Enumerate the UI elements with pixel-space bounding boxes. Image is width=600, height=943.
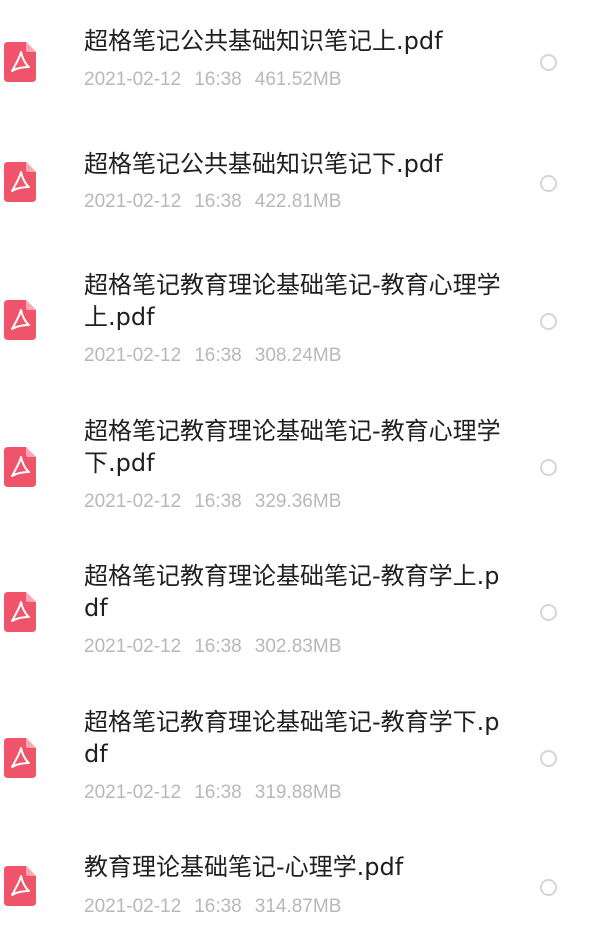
- file-date: 2021-02-12: [84, 782, 182, 803]
- file-time: 16:38: [194, 636, 242, 657]
- select-radio[interactable]: [540, 604, 557, 621]
- file-time: 16:38: [194, 345, 242, 366]
- file-meta: 2021-02-12 16:38 308.24MB: [84, 344, 341, 368]
- file-date: 2021-02-12: [84, 636, 182, 657]
- file-list: 超格笔记公共基础知识笔记上.pdf 2021-02-12 16:38 461.52M…: [0, 0, 600, 943]
- file-row-1[interactable]: 超格笔记公共基础知识笔记上.pdf 2021-02-12 16:38 461.52M…: [0, 0, 600, 118]
- file-row-3[interactable]: 超格笔记教育理论基础笔记-教育心理学 上.pdf 2021-02-12 16:38…: [0, 236, 600, 382]
- file-meta: 2021-02-12 16:38 329.36MB: [84, 490, 341, 514]
- file-name: 超格笔记公共基础知识笔记下.pdf: [84, 150, 443, 178]
- file-date: 2021-02-12: [84, 345, 182, 366]
- file-date: 2021-02-12: [84, 491, 182, 512]
- file-name: 教育理论基础笔记-心理学.pdf: [84, 853, 404, 881]
- file-size: 329.36MB: [254, 491, 342, 512]
- file-row-5[interactable]: 超格笔记教育理论基础笔记-教育学上.pdf 2021-02-12 16:38 302…: [0, 528, 600, 674]
- file-meta: 2021-02-12 16:38 314.87MB: [84, 895, 341, 919]
- file-size: 319.88MB: [254, 782, 342, 803]
- file-time: 16:38: [194, 782, 242, 803]
- pdf-file-icon: [4, 162, 36, 202]
- select-radio[interactable]: [540, 175, 557, 192]
- file-name: 超格笔记教育理论基础笔记-教育学上.pdf: [84, 562, 500, 622]
- file-row-6[interactable]: 超格笔记教育理论基础笔记-教育学下.pdf 2021-02-12 16:38 319…: [0, 674, 600, 820]
- file-size: 422.81MB: [254, 191, 342, 212]
- file-size: 314.87MB: [254, 896, 342, 917]
- pdf-file-icon: [4, 866, 36, 906]
- select-radio[interactable]: [540, 313, 557, 330]
- pdf-file-icon: [4, 592, 36, 632]
- pdf-file-icon: [4, 42, 36, 82]
- file-meta: 2021-02-12 16:38 302.83MB: [84, 635, 341, 659]
- file-size: 302.83MB: [254, 636, 342, 657]
- file-name: 超格笔记教育理论基础笔记-教育学下.pdf: [84, 708, 500, 768]
- file-meta: 2021-02-12 16:38 319.88MB: [84, 781, 341, 805]
- pdf-file-icon: [4, 447, 36, 487]
- select-radio[interactable]: [540, 750, 557, 767]
- file-name: 超格笔记教育理论基础笔记-教育心理学下.pdf: [84, 417, 501, 477]
- file-row-4[interactable]: 超格笔记教育理论基础笔记-教育心理学下.pdf 2021-02-12 16:38 3…: [0, 382, 600, 528]
- select-radio[interactable]: [540, 879, 557, 896]
- file-row-2[interactable]: 超格笔记公共基础知识笔记下.pdf 2021-02-12 16:38 422.81M…: [0, 118, 600, 236]
- file-size: 308.24MB: [254, 345, 342, 366]
- file-row-7[interactable]: 教育理论基础笔记-心理学.pdf 2021-02-12 16:38 314.87MB: [0, 820, 600, 943]
- file-time: 16:38: [194, 191, 242, 212]
- pdf-file-icon: [4, 300, 36, 340]
- file-meta: 2021-02-12 16:38 422.81MB: [84, 190, 341, 214]
- file-meta: 2021-02-12 16:38 461.52MB: [84, 68, 341, 92]
- file-date: 2021-02-12: [84, 896, 182, 917]
- select-radio[interactable]: [540, 459, 557, 476]
- pdf-file-icon: [4, 738, 36, 778]
- file-size: 461.52MB: [254, 69, 342, 90]
- file-date: 2021-02-12: [84, 191, 182, 212]
- file-name: 超格笔记教育理论基础笔记-教育心理学 上.pdf: [84, 271, 501, 331]
- file-time: 16:38: [194, 69, 242, 90]
- file-name: 超格笔记公共基础知识笔记上.pdf: [84, 27, 443, 55]
- select-radio[interactable]: [540, 54, 557, 71]
- file-date: 2021-02-12: [84, 69, 182, 90]
- file-time: 16:38: [194, 491, 242, 512]
- file-time: 16:38: [194, 896, 242, 917]
